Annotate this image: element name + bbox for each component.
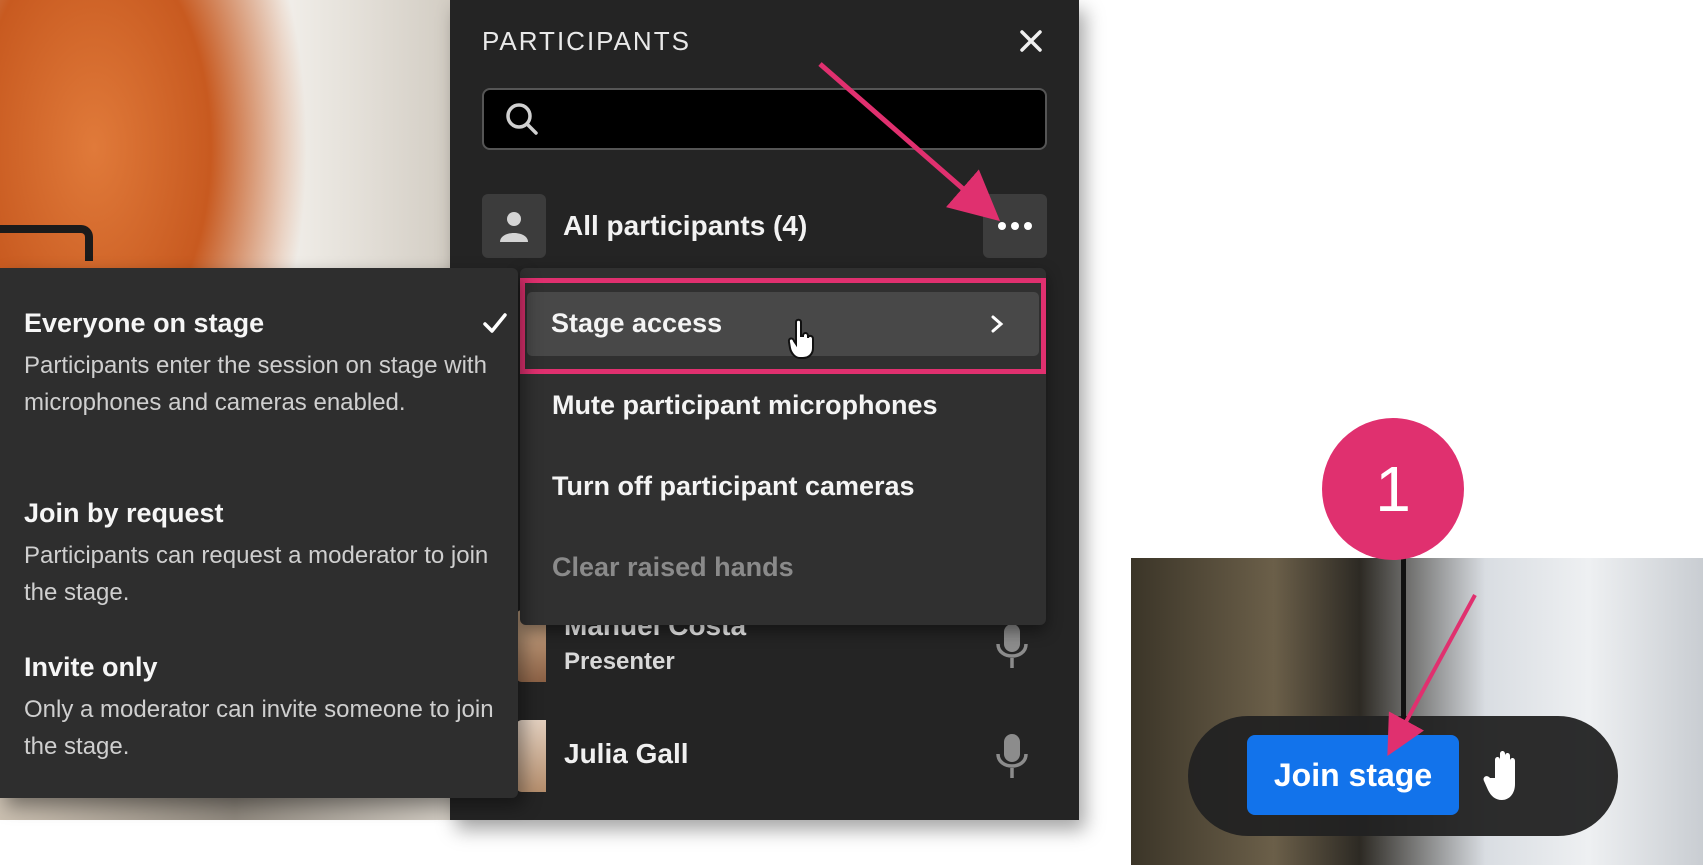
- checkmark-icon: [483, 313, 507, 333]
- participant-row[interactable]: Julia Gall: [516, 720, 1047, 792]
- option-invite-only[interactable]: Invite only Only a moderator can invite …: [24, 652, 494, 765]
- option-everyone-on-stage[interactable]: Everyone on stage Participants enter the…: [24, 308, 507, 421]
- all-participants-row: All participants (4): [482, 194, 1047, 260]
- search-icon: [506, 103, 538, 135]
- hand-pointer-cursor-icon: [787, 318, 814, 359]
- mic-icon[interactable]: [992, 732, 1032, 780]
- option-description: Only a moderator can invite someone to j…: [24, 696, 494, 760]
- search-input[interactable]: [542, 89, 1045, 149]
- option-join-by-request[interactable]: Join by request Participants can request…: [24, 498, 494, 611]
- option-title: Invite only: [24, 652, 158, 682]
- all-participants-label: All participants (4): [563, 210, 808, 241]
- more-options-button[interactable]: [983, 194, 1047, 258]
- participants-group-avatar: [482, 194, 546, 258]
- callout-connector-line-top: [1401, 556, 1406, 720]
- more-horizontal-icon: [998, 222, 1032, 230]
- step-number-badge: 1: [1322, 418, 1464, 560]
- option-title: Join by request: [24, 498, 224, 528]
- chevron-right-icon: [991, 315, 1004, 333]
- video-glasses-detail: [0, 225, 93, 261]
- option-description: Participants can request a moderator to …: [24, 542, 489, 606]
- search-field[interactable]: [482, 88, 1047, 150]
- menu-item-clear-raised-hands: Clear raised hands: [552, 552, 794, 582]
- join-stage-thumbnail: Join stage: [1131, 558, 1703, 865]
- raise-hand-icon[interactable]: [1481, 748, 1531, 804]
- panel-title: PARTICIPANTS: [482, 26, 691, 56]
- close-button[interactable]: [1012, 22, 1050, 60]
- participant-role: Presenter: [564, 648, 675, 675]
- participant-name: Julia Gall: [564, 738, 689, 769]
- menu-item-turn-off-cameras[interactable]: Turn off participant cameras: [552, 471, 915, 502]
- option-title: Everyone on stage: [24, 308, 265, 338]
- participant-avatar: [516, 720, 546, 792]
- join-stage-button[interactable]: Join stage: [1247, 735, 1459, 815]
- menu-item-label: Stage access: [551, 308, 723, 338]
- person-icon: [500, 212, 528, 242]
- menu-item-stage-access[interactable]: Stage access: [527, 292, 1039, 359]
- option-description: Participants enter the session on stage …: [24, 352, 487, 416]
- stage-access-submenu: Everyone on stage Participants enter the…: [0, 268, 518, 798]
- close-icon: [1020, 30, 1042, 52]
- mic-icon[interactable]: [992, 622, 1032, 670]
- menu-item-mute-microphones[interactable]: Mute participant microphones: [552, 390, 938, 421]
